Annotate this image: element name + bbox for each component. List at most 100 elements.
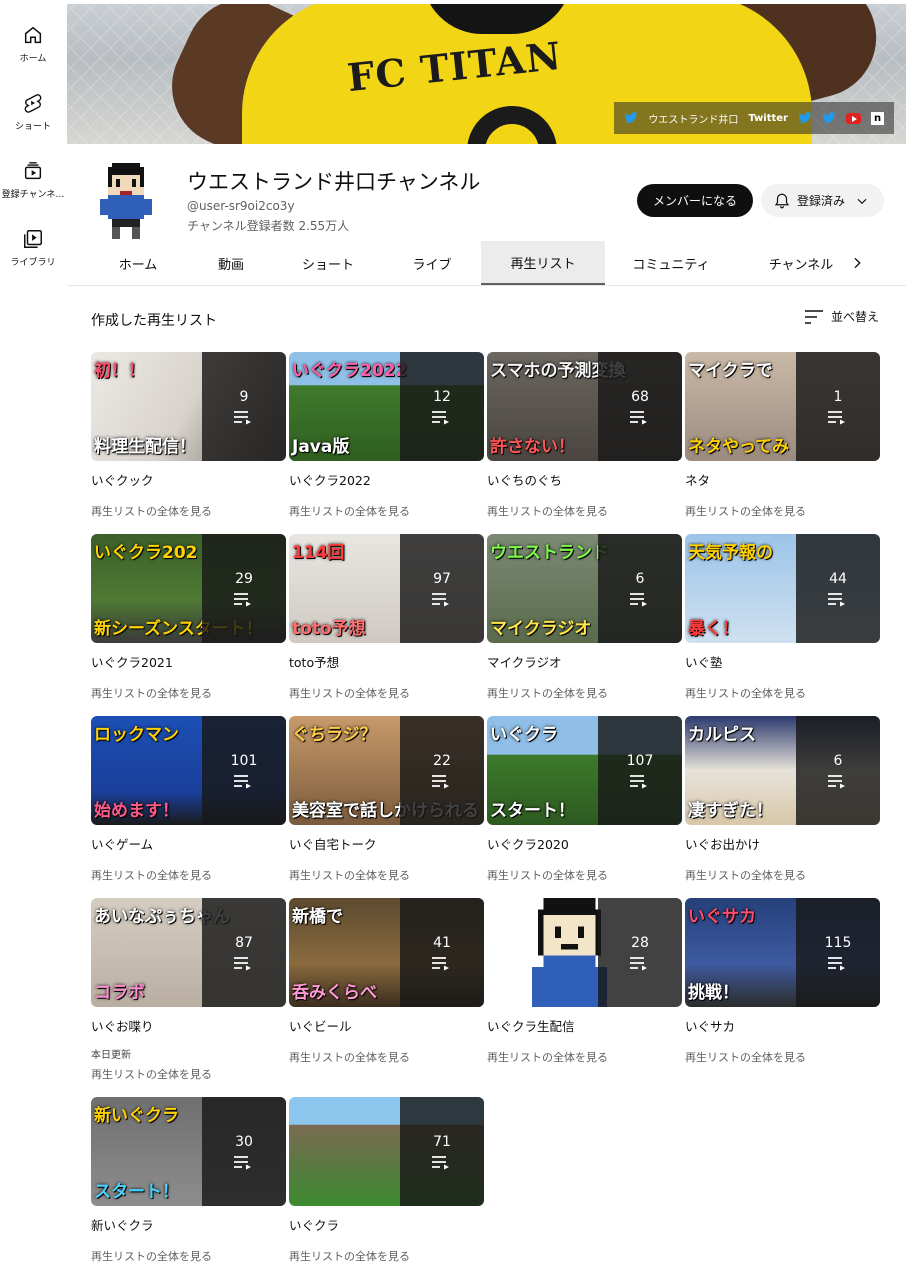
playlist-title[interactable]: ネタ (685, 470, 880, 489)
note-icon[interactable]: n (871, 111, 884, 125)
playlist-count-overlay: 12 (400, 352, 484, 461)
view-full-playlist-link[interactable]: 再生リストの全体を見る (289, 867, 484, 883)
playlist-thumbnail[interactable]: 114回 toto予想 97 (289, 534, 484, 643)
playlist-thumbnail[interactable]: カルピス 凄すぎた！ 6 (685, 716, 880, 825)
playlist-card[interactable]: カルピス 凄すぎた！ 6 いぐお出かけ 再生リストの全体を見る (685, 716, 880, 883)
tab-videos[interactable]: 動画 (186, 241, 276, 286)
playlist-thumbnail[interactable]: 初！！ 料理生配信！ 9 (91, 352, 286, 461)
view-full-playlist-link[interactable]: 再生リストの全体を見る (91, 1066, 286, 1082)
view-full-playlist-link[interactable]: 再生リストの全体を見る (289, 1248, 484, 1264)
nav-subscriptions[interactable]: 登録チャンネ… (0, 160, 66, 200)
view-full-playlist-link[interactable]: 再生リストの全体を見る (289, 685, 484, 701)
view-full-playlist-link[interactable]: 再生リストの全体を見る (685, 685, 880, 701)
view-full-playlist-link[interactable]: 再生リストの全体を見る (487, 1049, 682, 1065)
playlist-title[interactable]: いぐクラ2021 (91, 652, 286, 671)
playlist-title[interactable]: いぐ自宅トーク (289, 834, 484, 853)
twitter-icon[interactable] (798, 112, 812, 124)
view-full-playlist-link[interactable]: 再生リストの全体を見る (487, 503, 682, 519)
video-count: 22 (433, 752, 451, 769)
playlist-title[interactable]: マイクラジオ (487, 652, 682, 671)
view-full-playlist-link[interactable]: 再生リストの全体を見る (487, 867, 682, 883)
playlist-card[interactable]: 新いぐクラ スタート！ 30 新いぐクラ再生リストの全体を見る (91, 1097, 286, 1264)
playlist-thumbnail[interactable]: 新いぐクラ スタート！ 30 (91, 1097, 286, 1206)
playlist-title[interactable]: いぐクック (91, 470, 286, 489)
twitter-icon[interactable] (624, 112, 638, 124)
banner-link-name[interactable]: ウエストランド井口 (648, 111, 738, 126)
view-full-playlist-link[interactable]: 再生リストの全体を見る (289, 503, 484, 519)
sort-button[interactable]: 並べ替え (805, 308, 879, 325)
nav-shorts[interactable]: ショート (0, 92, 66, 132)
playlist-card[interactable]: 71 いぐクラ再生リストの全体を見る (289, 1097, 484, 1264)
playlist-thumbnail[interactable]: マイクラで ネタやってみ 1 (685, 352, 880, 461)
playlist-queue-icon (828, 774, 845, 788)
tab-channels[interactable]: チャンネル (760, 241, 842, 286)
nav-library[interactable]: ライブラリ (0, 228, 66, 268)
playlist-card[interactable]: 天気予報の 暴く！ 44 いぐ塾再生リストの全体を見る (685, 534, 880, 701)
playlist-thumbnail[interactable]: いぐサカ 挑戦！ 115 (685, 898, 880, 1007)
playlist-title[interactable]: いぐお出かけ (685, 834, 880, 853)
playlist-title[interactable]: いぐクラ2020 (487, 834, 682, 853)
playlist-card[interactable]: いぐクラ スタート！ 107 いぐクラ2020 再生リストの全体を見る (487, 716, 682, 883)
playlist-card[interactable]: 114回 toto予想 97 toto予想 再生リストの全体を見る (289, 534, 484, 701)
twitter-icon[interactable] (822, 112, 836, 124)
playlist-thumbnail[interactable]: いぐクラ2022 Java版 12 (289, 352, 484, 461)
chevron-right-icon[interactable] (849, 255, 865, 271)
playlist-title[interactable]: いぐちのぐち (487, 470, 682, 489)
playlist-thumbnail[interactable]: 新橋で 呑みくらべ 41 (289, 898, 484, 1007)
playlist-thumbnail[interactable]: ウエストランド マイクラジオ 6 (487, 534, 682, 643)
join-member-button[interactable]: メンバーになる (637, 184, 753, 217)
view-full-playlist-link[interactable]: 再生リストの全体を見る (685, 503, 880, 519)
playlist-title[interactable]: いぐクラ (289, 1215, 484, 1234)
playlist-title[interactable]: 新いぐクラ (91, 1215, 286, 1234)
youtube-icon[interactable] (846, 112, 861, 124)
section-title: 作成した再生リスト (91, 313, 217, 329)
view-full-playlist-link[interactable]: 再生リストの全体を見る (91, 503, 286, 519)
playlist-card[interactable]: いぐサカ 挑戦！ 115 いぐサカ再生リストの全体を見る (685, 898, 880, 1065)
playlist-card[interactable]: ぐちラジ？ 美容室で話しかけられる 22 いぐ自宅トーク 再生リストの全体を見る (289, 716, 484, 883)
playlist-title[interactable]: いぐクラ2022 (289, 470, 484, 489)
playlist-thumbnail[interactable]: あいなぷぅちゃん コラボ 87 (91, 898, 286, 1007)
playlist-thumbnail[interactable]: 71 (289, 1097, 484, 1206)
playlist-title[interactable]: いぐお喋り (91, 1016, 286, 1035)
subscribed-button[interactable]: 登録済み (761, 184, 884, 217)
tab-live[interactable]: ライブ (380, 241, 484, 286)
tab-playlists[interactable]: 再生リスト (481, 241, 605, 286)
playlist-card[interactable]: いぐクラ202 新シーズンスタート！ 29 いぐクラ2021 再生リストの全体を見る (91, 534, 286, 701)
playlist-card[interactable]: あいなぷぅちゃん コラボ 87 いぐお喋り 本日更新 再生リストの全体を見る (91, 898, 286, 1082)
playlist-title[interactable]: toto予想 (289, 652, 484, 671)
view-full-playlist-link[interactable]: 再生リストの全体を見る (289, 1049, 484, 1065)
view-full-playlist-link[interactable]: 再生リストの全体を見る (91, 1248, 286, 1264)
playlist-count-overlay: 87 (202, 898, 286, 1007)
tab-home[interactable]: ホーム (90, 241, 186, 286)
playlist-title[interactable]: いぐクラ生配信 (487, 1016, 682, 1035)
playlist-title[interactable]: いぐ塾 (685, 652, 880, 671)
view-full-playlist-link[interactable]: 再生リストの全体を見る (685, 1049, 880, 1065)
playlist-thumbnail[interactable]: いぐクラ202 新シーズンスタート！ 29 (91, 534, 286, 643)
banner-link-twitter[interactable]: Twitter (748, 113, 788, 124)
playlist-thumbnail[interactable]: ぐちラジ？ 美容室で話しかけられる 22 (289, 716, 484, 825)
view-full-playlist-link[interactable]: 再生リストの全体を見る (91, 685, 286, 701)
playlist-title[interactable]: いぐゲーム (91, 834, 286, 853)
playlist-title[interactable]: いぐビール (289, 1016, 484, 1035)
playlist-card[interactable]: 新橋で 呑みくらべ 41 いぐビール再生リストの全体を見る (289, 898, 484, 1065)
view-full-playlist-link[interactable]: 再生リストの全体を見る (685, 867, 880, 883)
playlist-card[interactable]: ロックマン 始めます！ 101 いぐゲーム再生リストの全体を見る (91, 716, 286, 883)
playlist-thumbnail[interactable]: いぐクラ スタート！ 107 (487, 716, 682, 825)
playlist-title[interactable]: いぐサカ (685, 1016, 880, 1035)
playlist-card[interactable]: 28 いぐクラ生配信 再生リストの全体を見る (487, 898, 682, 1065)
tab-community[interactable]: コミュニティ (614, 241, 728, 286)
playlist-card[interactable]: スマホの予測変換 許さない！ 68 いぐちのぐち 再生リストの全体を見る (487, 352, 682, 519)
view-full-playlist-link[interactable]: 再生リストの全体を見る (487, 685, 682, 701)
tab-shorts[interactable]: ショート (276, 241, 380, 286)
video-count: 101 (230, 752, 258, 769)
playlist-card[interactable]: ウエストランド マイクラジオ 6 マイクラジオ 再生リストの全体を見る (487, 534, 682, 701)
playlist-thumbnail[interactable]: スマホの予測変換 許さない！ 68 (487, 352, 682, 461)
view-full-playlist-link[interactable]: 再生リストの全体を見る (91, 867, 286, 883)
playlist-card[interactable]: 初！！ 料理生配信！ 9 いぐクック再生リストの全体を見る (91, 352, 286, 519)
playlist-thumbnail[interactable]: 28 (487, 898, 682, 1007)
nav-home[interactable]: ホーム (0, 24, 66, 64)
playlist-thumbnail[interactable]: 天気予報の 暴く！ 44 (685, 534, 880, 643)
playlist-thumbnail[interactable]: ロックマン 始めます！ 101 (91, 716, 286, 825)
playlist-card[interactable]: いぐクラ2022 Java版 12 いぐクラ2022 再生リストの全体を見る (289, 352, 484, 519)
playlist-card[interactable]: マイクラで ネタやってみ 1 ネタ再生リストの全体を見る (685, 352, 880, 519)
